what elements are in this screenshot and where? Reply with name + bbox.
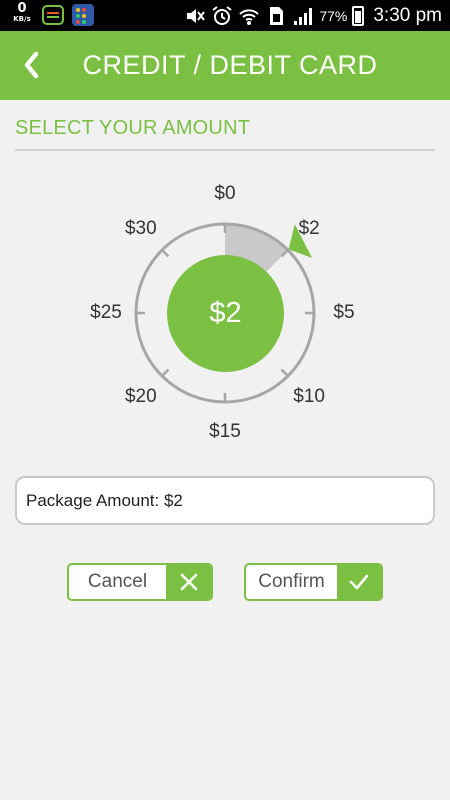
dial-tick xyxy=(280,368,289,377)
check-icon xyxy=(337,565,381,599)
sim-card-icon xyxy=(270,6,284,25)
signal-icon xyxy=(294,7,313,25)
data-rate-indicator: 0 KB/s xyxy=(9,2,35,23)
amount-dial[interactable]: $0 $2 $5 $10 $15 $20 $25 $30 $2 xyxy=(0,160,450,460)
dial-tick xyxy=(161,368,170,377)
chat-app-notification-icon xyxy=(42,5,64,25)
dial-option-label[interactable]: $25 xyxy=(76,302,136,324)
wifi-icon xyxy=(239,8,260,25)
status-bar: 0 KB/s 77% 3:30 pm xyxy=(0,0,450,31)
grid-app-notification-icon xyxy=(72,4,94,26)
close-icon xyxy=(166,565,211,599)
battery-icon xyxy=(352,5,365,26)
app-header: CREDIT / DEBIT CARD xyxy=(0,31,450,100)
dial-option-label[interactable]: $2 xyxy=(279,218,339,240)
package-amount-field: Package Amount: $2 xyxy=(15,476,435,525)
mute-icon xyxy=(187,8,206,23)
dial-option-label[interactable]: $15 xyxy=(195,421,255,443)
confirm-button[interactable]: Confirm xyxy=(244,563,383,601)
dial-option-label[interactable]: $20 xyxy=(111,386,171,408)
cancel-button[interactable]: Cancel xyxy=(67,563,213,601)
confirm-button-label: Confirm xyxy=(258,571,325,592)
section-title: SELECT YOUR AMOUNT xyxy=(15,117,251,139)
data-rate-unit: KB/s xyxy=(13,15,31,23)
cancel-button-label: Cancel xyxy=(87,571,148,592)
dial-option-label[interactable]: $0 xyxy=(195,183,255,205)
clock: 3:30 pm xyxy=(373,4,442,26)
status-icons: 77% 3:30 pm xyxy=(184,0,442,31)
battery-percent: 77% xyxy=(319,7,348,24)
dial-option-label[interactable]: $5 xyxy=(314,302,374,324)
dial-option-label[interactable]: $10 xyxy=(279,386,339,408)
dial-tick xyxy=(161,249,170,258)
selected-amount-display: $2 xyxy=(167,255,284,372)
data-rate-value: 0 xyxy=(17,1,27,16)
section-divider xyxy=(15,149,435,151)
dial-option-label[interactable]: $30 xyxy=(111,218,171,240)
page-title: CREDIT / DEBIT CARD xyxy=(82,50,378,80)
alarm-icon xyxy=(212,5,232,25)
